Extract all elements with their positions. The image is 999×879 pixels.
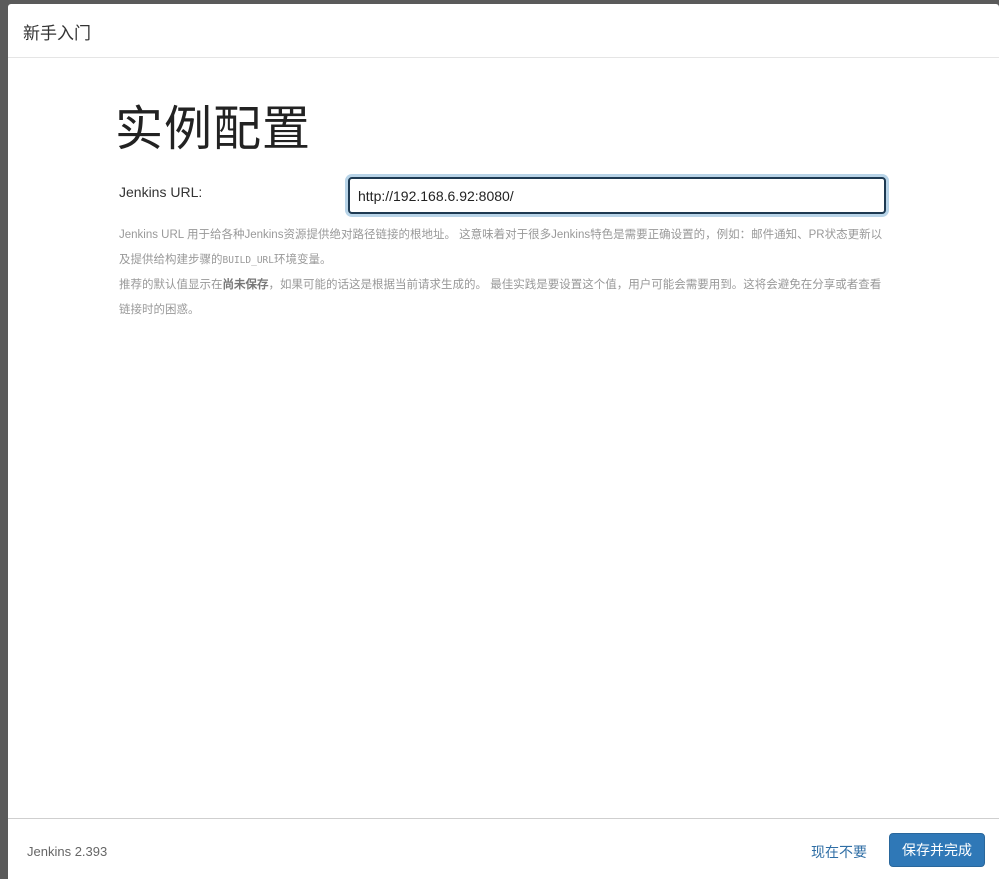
dialog-title: 新手入门 bbox=[23, 24, 91, 43]
save-and-finish-button[interactable]: 保存并完成 bbox=[889, 833, 985, 867]
jenkins-url-input[interactable] bbox=[348, 177, 886, 214]
help-paragraph-2: 推荐的默认值显示在尚未保存，如果可能的话这是根据当前请求生成的。 最佳实践是要设… bbox=[119, 279, 882, 316]
jenkins-version: Jenkins 2.393 bbox=[27, 844, 108, 859]
build-url-code: BUILD_URL bbox=[222, 255, 274, 266]
help-paragraph-1: Jenkins URL 用于给各种Jenkins资源提供绝对路径链接的根地址。 … bbox=[119, 229, 883, 266]
page-title: 实例配置 bbox=[115, 103, 312, 156]
dialog-header: 新手入门 bbox=[8, 4, 999, 58]
jenkins-url-help: Jenkins URL 用于给各种Jenkins资源提供绝对路径链接的根地址。 … bbox=[119, 223, 889, 323]
skip-link[interactable]: 现在不要 bbox=[811, 842, 867, 862]
setup-dialog: 新手入门 实例配置 Jenkins URL: Jenkins URL 用于给各种… bbox=[8, 4, 999, 879]
not-saved-emphasis: 尚未保存 bbox=[222, 279, 269, 291]
dialog-body: 实例配置 Jenkins URL: Jenkins URL 用于给各种Jenki… bbox=[8, 59, 999, 818]
jenkins-url-label: Jenkins URL: bbox=[119, 184, 203, 200]
dialog-footer: Jenkins 2.393 现在不要 保存并完成 bbox=[8, 818, 999, 879]
